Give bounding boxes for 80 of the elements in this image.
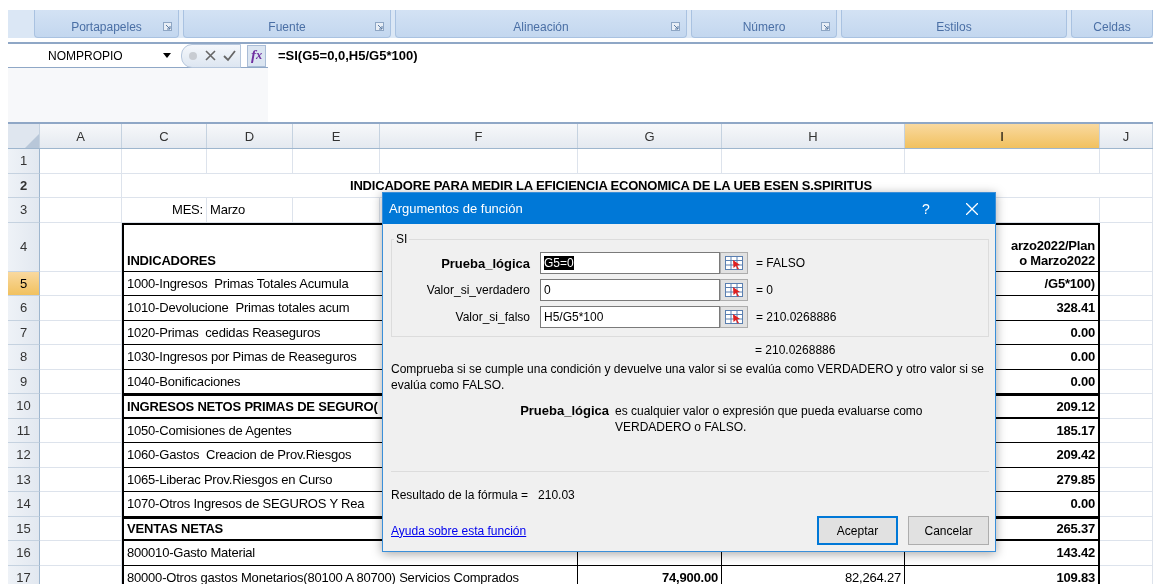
row-header[interactable]: 11 <box>8 418 40 443</box>
row-header[interactable]: 3 <box>8 198 40 223</box>
cancel-icon[interactable] <box>205 50 216 61</box>
empty-cell <box>1100 394 1153 419</box>
argument-field[interactable]: 0 <box>540 279 720 301</box>
table-cell: 82,264.27 <box>722 565 905 584</box>
table-cell: 74,900.00 <box>578 565 722 584</box>
empty-cell <box>1100 149 1153 174</box>
field-label: Valor_si_verdadero <box>425 283 531 297</box>
empty-cell <box>1100 345 1153 370</box>
range-button[interactable] <box>720 306 748 328</box>
group-label: Portapapeles <box>71 20 142 34</box>
empty-cell <box>1100 541 1153 566</box>
range-button[interactable] <box>720 279 748 301</box>
dialog-title: Argumentos de función <box>389 201 524 216</box>
argument-field[interactable]: H5/G5*100 <box>540 306 720 328</box>
grid-arrow-icon <box>725 256 743 270</box>
row-header[interactable]: 7 <box>8 320 40 345</box>
empty-cell <box>1100 443 1153 468</box>
dialog-launcher-icon[interactable] <box>163 22 172 31</box>
row-header[interactable]: 12 <box>8 443 40 468</box>
row-header[interactable]: 13 <box>8 467 40 492</box>
column-header[interactable]: I <box>905 124 1100 148</box>
dialog-launcher-icon[interactable] <box>375 22 384 31</box>
function-name: SI <box>395 232 409 246</box>
empty-cell <box>1100 467 1153 492</box>
close-icon[interactable] <box>966 202 978 215</box>
column-header[interactable]: C <box>122 124 207 148</box>
row-header[interactable]: 9 <box>8 369 40 394</box>
group-label: Estilos <box>936 20 972 34</box>
dialog-button[interactable]: Aceptar <box>817 516 898 545</box>
column-header[interactable]: F <box>380 124 578 148</box>
function-result: = 210.0268886 <box>754 343 837 357</box>
row-header[interactable]: 2 <box>8 173 40 198</box>
group-label: Número <box>742 20 786 34</box>
row-header[interactable]: 5 <box>8 271 40 296</box>
grid-arrow-icon <box>725 283 743 297</box>
row-header[interactable]: 1 <box>8 149 40 174</box>
row-header[interactable]: 15 <box>8 516 40 541</box>
caret-icon <box>163 53 171 58</box>
dialog-launcher-icon[interactable] <box>821 22 830 31</box>
table-cell: Marzo <box>207 198 293 223</box>
grid-arrow-icon <box>725 310 743 324</box>
column-header[interactable]: G <box>578 124 722 148</box>
empty-cell <box>1100 516 1153 541</box>
argument-field[interactable]: G5=0 <box>540 252 720 274</box>
column-header[interactable]: D <box>207 124 293 148</box>
argument-result: = 210.0268886 <box>755 310 838 324</box>
empty-cell <box>1100 271 1153 296</box>
row-header[interactable]: 6 <box>8 296 40 321</box>
empty-cell <box>1100 222 1153 272</box>
row-header[interactable]: 10 <box>8 394 40 419</box>
empty-cell <box>1100 320 1153 345</box>
empty-cell <box>1100 198 1153 223</box>
dialog-button[interactable]: Cancelar <box>908 516 989 545</box>
dialog-launcher-icon[interactable] <box>671 22 680 31</box>
group-label: Alineación <box>513 20 569 34</box>
range-button[interactable] <box>720 252 748 274</box>
empty-cell <box>1100 418 1153 443</box>
group-label: Fuente <box>268 20 306 34</box>
argument-result: = FALSO <box>755 256 807 270</box>
column-header[interactable]: A <box>40 124 122 148</box>
field-label: Prueba_lógica <box>440 255 531 271</box>
circle-icon <box>188 50 198 61</box>
row-header[interactable]: 8 <box>8 345 40 370</box>
column-header[interactable]: E <box>293 124 380 148</box>
row-header[interactable]: 14 <box>8 492 40 517</box>
empty-cell <box>1100 296 1153 321</box>
group-label: Celdas <box>1093 20 1131 34</box>
table-cell: 109.83 <box>905 565 1100 584</box>
argument-result: = 0 <box>755 283 774 297</box>
table-cell: 80000-Otros gastos Monetarios(80100 A 80700) Servicios Comprados <box>122 565 578 584</box>
empty-cell <box>1100 173 1153 198</box>
row-header[interactable]: 16 <box>8 541 40 566</box>
check-icon[interactable] <box>223 49 236 62</box>
empty-cell <box>1100 369 1153 394</box>
row-header[interactable]: 4 <box>8 222 40 272</box>
empty-cell <box>1100 492 1153 517</box>
column-header[interactable]: J <box>1100 124 1153 148</box>
table-cell: MES: <box>122 198 207 223</box>
